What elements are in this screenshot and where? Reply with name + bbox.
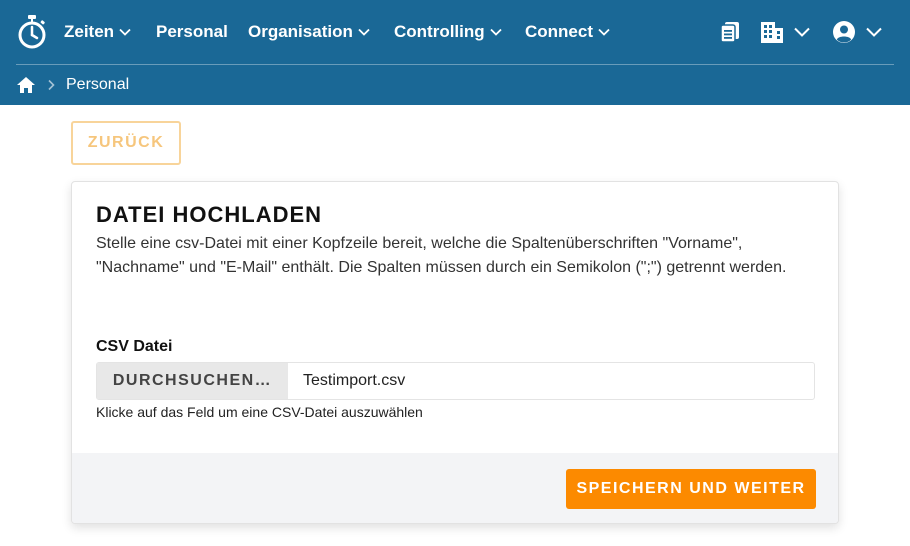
chevron-down-icon [598, 28, 610, 36]
browse-button[interactable]: DURCHSUCHEN… [97, 363, 288, 399]
nav-item-label: Controlling [394, 22, 485, 41]
nav-item-label: Zeiten [64, 22, 115, 41]
header-divider [16, 64, 894, 65]
building-menu-button[interactable] [760, 20, 812, 44]
card-footer: SPEICHERN UND WEITER [72, 453, 838, 523]
csv-file-input[interactable]: DURCHSUCHEN… Testimport.csv [96, 362, 815, 400]
chevron-down-icon [119, 28, 131, 36]
nav-item-organisation[interactable]: Organisation [248, 20, 370, 44]
breadcrumb-current: Personal [66, 76, 130, 93]
nav-item-controlling[interactable]: Controlling [394, 20, 502, 44]
nav-item-connect[interactable]: Connect [525, 20, 610, 44]
user-menu-button[interactable] [832, 20, 884, 44]
chevron-right-icon [48, 79, 55, 91]
card-title: DATEI HOCHLADEN [96, 202, 323, 227]
user-account-icon [833, 21, 855, 43]
file-input-help-text: Klicke auf das Feld um eine CSV-Datei au… [96, 404, 423, 420]
nav-item-label: Organisation [248, 22, 353, 41]
card-description: Stelle eine csv-Datei mit einer Kopfzeil… [96, 235, 787, 276]
upload-card: DATEI HOCHLADEN Stelle eine csv-Datei mi… [71, 181, 839, 524]
chevron-down-icon [490, 28, 502, 36]
selected-file-name[interactable]: Testimport.csv [288, 363, 814, 399]
top-header: Zeiten Personal Organisation Controlling… [0, 0, 910, 105]
home-icon[interactable] [16, 76, 36, 94]
save-and-continue-button[interactable]: SPEICHERN UND WEITER [566, 469, 816, 509]
stopwatch-logo-icon[interactable] [16, 14, 48, 50]
nav-item-label: Connect [525, 22, 593, 41]
clipboard-icon[interactable] [720, 21, 740, 43]
building-icon [761, 22, 783, 43]
back-button[interactable]: ZURÜCK [71, 121, 181, 165]
nav-item-zeiten[interactable]: Zeiten [64, 20, 131, 44]
breadcrumb: Personal [16, 74, 129, 96]
chevron-down-icon [358, 28, 370, 36]
chevron-down-icon [866, 27, 882, 37]
chevron-down-icon [794, 27, 810, 37]
nav-item-label: Personal [156, 22, 228, 41]
nav-item-personal[interactable]: Personal [156, 20, 228, 44]
csv-field-label: CSV Datei [96, 338, 173, 355]
main-navigation: Zeiten Personal Organisation Controlling… [0, 0, 910, 64]
